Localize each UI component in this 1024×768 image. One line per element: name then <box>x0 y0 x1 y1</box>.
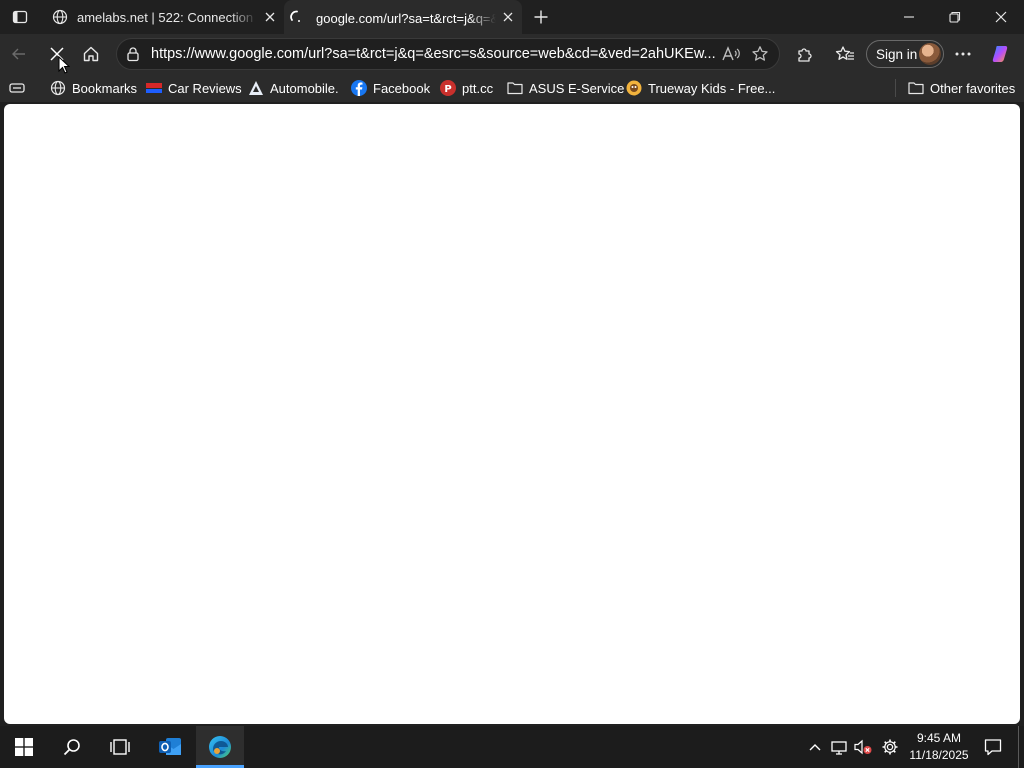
extensions-button[interactable] <box>790 40 820 68</box>
favorites-button[interactable] <box>830 40 860 68</box>
bookmark-label: Facebook <box>373 80 431 96</box>
trueway-icon <box>626 80 642 96</box>
bookmark-label: ASUS E-Service <box>529 80 625 96</box>
tab-close-button[interactable] <box>500 9 516 25</box>
copilot-icon <box>992 46 1008 62</box>
bookmark-facebook[interactable]: Facebook <box>351 78 430 98</box>
globe-icon <box>50 80 66 96</box>
task-view-icon <box>110 739 130 755</box>
bookmark-asus-eservice[interactable]: ASUS E-Service <box>507 78 624 98</box>
facebook-icon <box>351 80 367 96</box>
bookmark-label: Trueway Kids - Free... <box>648 80 776 96</box>
automobile-icon <box>248 80 264 96</box>
reading-view-button[interactable] <box>8 78 26 98</box>
clock-date: 11/18/2025 <box>909 748 969 762</box>
loading-icon <box>290 10 304 27</box>
read-aloud-icon[interactable] <box>721 45 741 68</box>
chevron-up-icon <box>809 744 821 751</box>
puzzle-icon <box>798 48 812 62</box>
show-desktop-button[interactable] <box>1018 726 1019 768</box>
address-bar[interactable]: https://www.google.com/url?sa=t&rct=j&q=… <box>116 38 780 70</box>
settings-tray-button[interactable] <box>878 726 902 768</box>
start-button[interactable] <box>0 726 48 768</box>
windows-logo-icon <box>15 738 33 756</box>
volume-muted-icon <box>854 739 872 755</box>
home-icon <box>83 46 99 62</box>
new-tab-button[interactable] <box>528 4 554 30</box>
network-status-button[interactable] <box>828 726 850 768</box>
favorites-bar: Bookmarks Car Reviews Automobile. Facebo… <box>0 74 1024 102</box>
back-button[interactable] <box>4 40 34 68</box>
clock-time: 9:45 AM <box>916 731 962 745</box>
svg-text:P: P <box>444 84 451 95</box>
tab-google-redirect[interactable]: google.com/url?sa=t&rct=j&q=&esrc=s <box>284 0 522 36</box>
close-icon <box>995 11 1007 23</box>
minimize-button[interactable] <box>886 0 932 34</box>
more-dots-icon <box>955 52 971 56</box>
system-clock[interactable]: 9:45 AM 11/18/2025 <box>906 730 972 764</box>
lock-icon[interactable] <box>125 46 141 67</box>
other-favorites-label: Other favorites <box>930 80 1016 96</box>
home-button[interactable] <box>76 40 106 68</box>
settings-more-button[interactable] <box>948 40 978 68</box>
ptt-icon: P <box>440 80 456 96</box>
notification-icon <box>984 739 1002 756</box>
back-arrow-icon <box>12 48 25 60</box>
folder-icon <box>507 80 523 96</box>
favorite-star-icon[interactable] <box>751 45 769 68</box>
bookmark-automobile[interactable]: Automobile. <box>248 78 339 98</box>
taskbar-edge[interactable] <box>196 726 244 768</box>
search-icon <box>63 739 80 756</box>
bookmark-car-reviews[interactable]: Car Reviews <box>146 78 242 98</box>
other-favorites-folder[interactable]: Other favorites <box>908 78 1015 98</box>
folder-icon <box>908 80 924 96</box>
close-window-button[interactable] <box>978 0 1024 34</box>
edge-icon <box>209 736 231 758</box>
avatar <box>919 43 941 65</box>
restore-icon <box>949 11 961 23</box>
bookmark-label: Bookmarks <box>72 80 138 96</box>
gear-icon <box>882 739 898 755</box>
tab-amelabs[interactable]: amelabs.net | 522: Connection timed out <box>44 0 284 34</box>
tab-title: amelabs.net | 522: Connection timed out <box>77 9 257 25</box>
tab-close-button[interactable] <box>262 9 278 25</box>
bookmark-ptt[interactable]: P ptt.cc <box>440 78 493 98</box>
web-page-viewport[interactable] <box>4 104 1020 724</box>
outlook-icon <box>159 738 181 755</box>
bookmark-label: Automobile. <box>270 80 339 96</box>
collections-icon <box>9 83 25 93</box>
search-button[interactable] <box>48 726 96 768</box>
show-hidden-icons-button[interactable] <box>804 726 826 768</box>
taskbar-outlook[interactable] <box>146 726 194 768</box>
globe-icon <box>52 9 68 28</box>
network-icon <box>831 741 847 755</box>
favorites-icon <box>835 46 854 60</box>
volume-button[interactable] <box>852 726 874 768</box>
close-icon <box>503 12 513 22</box>
tab-title: google.com/url?sa=t&rct=j&q=&esrc=s <box>316 10 496 26</box>
taskbar: 9:45 AM 11/18/2025 <box>0 726 1024 768</box>
tab-actions-icon <box>12 10 28 24</box>
url-text[interactable]: https://www.google.com/url?sa=t&rct=j&q=… <box>151 46 717 62</box>
restore-button[interactable] <box>932 0 978 34</box>
bookmark-label: Car Reviews <box>168 80 242 96</box>
bookmark-bookmarks[interactable]: Bookmarks <box>50 78 137 98</box>
copilot-button[interactable] <box>986 40 1016 68</box>
title-bar: amelabs.net | 522: Connection timed out … <box>0 0 1024 36</box>
bookmarks-divider <box>895 79 896 97</box>
task-view-button[interactable] <box>96 726 144 768</box>
plus-icon <box>534 10 548 24</box>
navigation-toolbar: https://www.google.com/url?sa=t&rct=j&q=… <box>0 34 1024 74</box>
minimize-icon <box>904 16 914 18</box>
car-reviews-icon <box>146 80 162 96</box>
notification-center-button[interactable] <box>978 726 1008 768</box>
close-icon <box>265 12 275 22</box>
bookmark-label: ptt.cc <box>462 80 494 96</box>
sign-in-button[interactable]: Sign in <box>866 40 944 68</box>
sign-in-label: Sign in <box>876 46 918 62</box>
tab-actions-button[interactable] <box>6 4 34 30</box>
bookmark-trueway-kids[interactable]: Trueway Kids - Free... <box>626 78 775 98</box>
mouse-cursor-icon <box>58 55 71 79</box>
